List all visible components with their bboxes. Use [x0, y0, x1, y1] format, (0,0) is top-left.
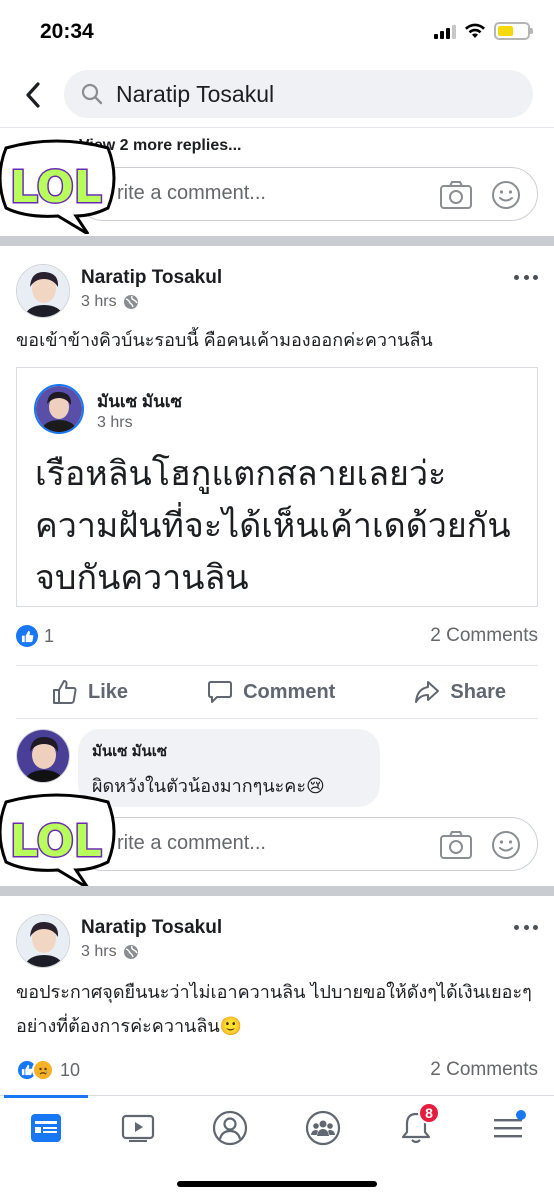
- camera-icon: [440, 181, 472, 209]
- back-button[interactable]: [16, 78, 50, 112]
- post-body-text: ขอเข้าข้างคิวบ์นะรอบนี้ คือคนเค้ามองออกค…: [16, 330, 433, 350]
- camera-button[interactable]: [439, 180, 473, 215]
- shared-author-avatar[interactable]: [34, 384, 84, 434]
- globe-icon: [123, 945, 138, 959]
- reactions-row: 1 2 Comments: [16, 622, 538, 650]
- video-icon: [121, 1114, 155, 1142]
- search-header: [0, 62, 554, 128]
- comment-label: Comment: [243, 680, 336, 703]
- menu-notification-dot: [516, 1110, 526, 1120]
- reactions-row: 10 2 Comments: [16, 1056, 538, 1084]
- share-button[interactable]: Share: [414, 679, 506, 705]
- author-avatar[interactable]: [16, 264, 70, 318]
- feed-divider: [0, 886, 554, 896]
- news-feed-icon: [31, 1114, 61, 1142]
- wifi-icon: [465, 23, 485, 38]
- signal-icon: [434, 23, 456, 39]
- shared-author-name[interactable]: มันเซ มันเซ: [97, 388, 182, 415]
- comment-author[interactable]: มันเซ มันเซ: [92, 739, 366, 763]
- comment-placeholder: rite a comment...: [117, 182, 266, 204]
- status-time: 20:34: [40, 20, 94, 43]
- thumbs-up-icon: [53, 680, 77, 704]
- globe-icon: [123, 295, 138, 309]
- chevron-left-icon: [26, 82, 40, 108]
- tab-menu[interactable]: [488, 1108, 528, 1148]
- post-time: 3 hrs: [81, 943, 117, 960]
- tab-watch[interactable]: [118, 1108, 158, 1148]
- tab-news-feed[interactable]: [26, 1108, 66, 1148]
- shared-post[interactable]: มันเซ มันเซ 3 hrs เรือหลินโฮกูแตกสลายเลย…: [16, 367, 538, 607]
- comments-count[interactable]: 2 Comments: [430, 1059, 538, 1081]
- post-author-name[interactable]: Naratip Tosakul: [81, 267, 222, 289]
- reaction-summary[interactable]: 10: [16, 1059, 80, 1081]
- post-options-button[interactable]: [514, 272, 538, 282]
- lol-sticker: LOL: [0, 138, 118, 236]
- comment-composer-2[interactable]: rite a comment...: [76, 817, 538, 871]
- comment-text: ผิดหวังในตัวน้องมากๆนะคะ😢: [92, 776, 325, 796]
- smiley-icon: [492, 181, 520, 209]
- like-button[interactable]: Like: [52, 679, 128, 705]
- emoji-button[interactable]: [491, 180, 521, 215]
- lol-sticker: LOL: [0, 792, 118, 890]
- search-box[interactable]: [64, 70, 533, 118]
- tab-groups[interactable]: [303, 1108, 343, 1148]
- lol-text: LOL: [10, 816, 102, 867]
- tab-notifications[interactable]: 8: [396, 1102, 440, 1148]
- commenter-avatar[interactable]: [16, 729, 70, 783]
- emoji-button[interactable]: [491, 830, 521, 865]
- search-input[interactable]: [116, 80, 496, 108]
- camera-button[interactable]: [439, 830, 473, 865]
- post-meta: 3 hrs: [81, 293, 139, 311]
- post-author-name[interactable]: Naratip Tosakul: [81, 917, 222, 939]
- groups-icon: [305, 1110, 341, 1146]
- status-bar: 20:34: [0, 0, 554, 62]
- feed-divider: [0, 236, 554, 246]
- comments-count[interactable]: 2 Comments: [430, 625, 538, 647]
- like-label: Like: [88, 680, 129, 703]
- share-label: Share: [450, 680, 506, 703]
- shared-post-time: 3 hrs: [97, 414, 133, 431]
- comment-icon: [208, 681, 233, 703]
- comment-placeholder: rite a comment...: [117, 832, 266, 854]
- battery-icon: [494, 22, 533, 40]
- camera-icon: [440, 831, 472, 859]
- reaction-summary[interactable]: 1: [16, 625, 54, 647]
- reaction-count: 1: [44, 625, 55, 646]
- reaction-count: 10: [60, 1059, 81, 1080]
- profile-icon: [212, 1110, 248, 1146]
- comment-composer[interactable]: rite a comment...: [76, 167, 538, 221]
- post-body-text: ขอประกาศจุดยืนนะว่าไม่เอาควานลิน ไปบายขอ…: [16, 982, 532, 1036]
- share-icon: [415, 681, 440, 703]
- home-indicator: [177, 1181, 377, 1187]
- status-icons: [434, 22, 533, 40]
- lol-text: LOL: [10, 162, 102, 213]
- search-icon: [81, 83, 103, 105]
- tab-profile[interactable]: [210, 1108, 250, 1148]
- post-actions: Like Comment Share: [16, 665, 538, 719]
- comment-bubble[interactable]: มันเซ มันเซ ผิดหวังในตัวน้องมากๆนะคะ😢: [78, 729, 380, 807]
- smiley-icon: [492, 831, 520, 859]
- notifications-badge: 8: [418, 1102, 440, 1124]
- sad-reaction-icon: [32, 1059, 54, 1081]
- post-meta: 3 hrs: [81, 943, 139, 961]
- shared-post-text: เรือหลินโฮกูแตกสลายเลยว่ะ ความฝันที่จะได…: [35, 455, 511, 597]
- author-avatar[interactable]: [16, 914, 70, 968]
- comment-button[interactable]: Comment: [207, 679, 335, 705]
- post-time: 3 hrs: [81, 293, 117, 310]
- active-tab-indicator: [4, 1095, 88, 1098]
- like-reaction-icon: [16, 625, 38, 647]
- reaction-icons: [16, 1059, 54, 1081]
- post-options-button[interactable]: [514, 922, 538, 932]
